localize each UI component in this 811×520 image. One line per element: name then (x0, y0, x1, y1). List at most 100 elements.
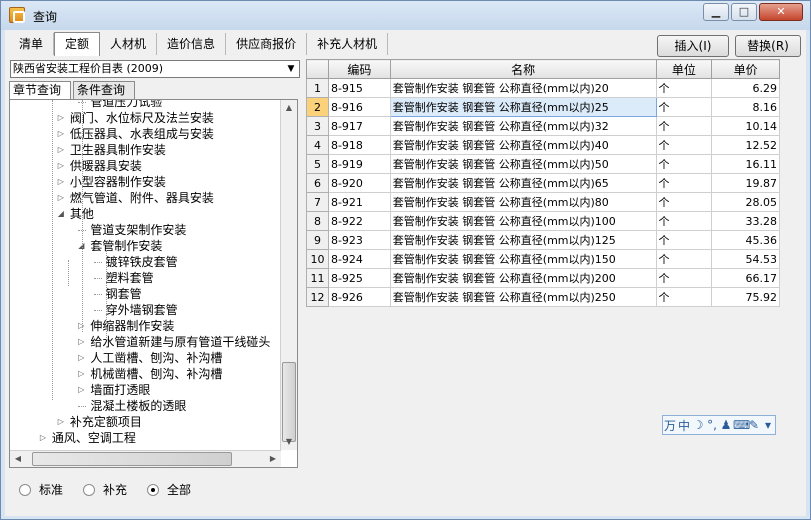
expand-arrow-icon[interactable]: ▷ (76, 334, 86, 350)
name-cell[interactable]: 套管制作安装 钢套管 公称直径(mm以内)25 (389, 97, 657, 117)
code-cell[interactable]: 8-918 (327, 135, 391, 155)
unit-cell[interactable]: 个 (655, 78, 713, 98)
radio-supplement-circle[interactable] (83, 483, 96, 496)
insert-button[interactable]: 插入(I) (657, 35, 729, 57)
scroll-up-icon[interactable]: ▲ (281, 100, 297, 116)
unit-cell[interactable]: 个 (655, 249, 713, 269)
expand-arrow-icon[interactable]: ▷ (56, 190, 66, 206)
tree-node[interactable]: 通风、空调工程 (52, 430, 136, 446)
expand-arrow-icon[interactable]: ▷ (76, 350, 86, 366)
radio-standard-circle[interactable] (19, 483, 31, 496)
table-row[interactable]: 11 8-925 套管制作安装 钢套管 公称直径(mm以内)200 个 66.17 (306, 268, 780, 288)
unit-header[interactable]: 单位 (655, 59, 713, 79)
maximize-button[interactable]: □ (731, 3, 757, 21)
unit-cell[interactable]: 个 (655, 173, 713, 193)
name-cell[interactable]: 套管制作安装 钢套管 公称直径(mm以内)50 (389, 154, 657, 174)
name-cell[interactable]: 套管制作安装 钢套管 公称直径(mm以内)32 (389, 116, 657, 136)
table-row[interactable]: 4 8-918 套管制作安装 钢套管 公称直径(mm以内)40 个 12.52 (306, 135, 780, 155)
collapse-arrow-icon[interactable]: ◢ (56, 206, 66, 222)
code-cell[interactable]: 8-915 (327, 78, 391, 98)
ime-icon[interactable]: ✎ (747, 418, 761, 432)
name-cell[interactable]: 套管制作安装 钢套管 公称直径(mm以内)200 (389, 268, 657, 288)
scroll-down-icon[interactable]: ▼ (281, 434, 297, 450)
price-cell[interactable]: 19.87 (711, 173, 780, 193)
ime-icon[interactable]: ▾ (761, 418, 775, 432)
ime-icon[interactable]: ⌨ (733, 418, 750, 432)
tab-chapter-query[interactable]: 章节查询 (9, 81, 71, 99)
code-cell[interactable]: 8-926 (327, 287, 391, 307)
unit-cell[interactable]: 个 (655, 211, 713, 231)
ime-icon[interactable]: ♟ (719, 418, 733, 432)
expand-arrow-icon[interactable]: ▷ (56, 414, 66, 430)
tree-node[interactable]: 阀门、水位标尺及法兰安装 (70, 110, 214, 126)
tree-node[interactable]: 管道支架制作安装 (90, 222, 186, 238)
name-cell[interactable]: 套管制作安装 钢套管 公称直径(mm以内)20 (389, 78, 657, 98)
radio-all-circle[interactable] (147, 483, 160, 496)
tree-node[interactable]: 燃气管道、附件、器具安装 (70, 190, 214, 206)
code-cell[interactable]: 8-922 (327, 211, 391, 231)
scrollbar-thumb[interactable] (282, 362, 296, 442)
tree-vertical-scrollbar[interactable]: ▲ ▼ (280, 100, 297, 450)
unit-cell[interactable]: 个 (655, 97, 713, 117)
tab-supplier-quote[interactable]: 供应商报价 (226, 33, 308, 55)
unit-cell[interactable]: 个 (655, 287, 713, 307)
code-cell[interactable]: 8-919 (327, 154, 391, 174)
tree-node[interactable]: 塑料套管 (106, 270, 154, 286)
tree-node[interactable]: 墙面打透眼 (90, 382, 150, 398)
code-cell[interactable]: 8-916 (327, 97, 391, 117)
tree-node[interactable]: 人工凿槽、刨沟、补沟槽 (90, 350, 222, 366)
expand-arrow-icon[interactable]: ▷ (56, 174, 66, 190)
name-header[interactable]: 名称 (389, 59, 657, 79)
tab-list[interactable]: 清单 (9, 33, 55, 55)
tree-node[interactable]: 镀锌铁皮套管 (106, 254, 178, 270)
name-cell[interactable]: 套管制作安装 钢套管 公称直径(mm以内)65 (389, 173, 657, 193)
name-cell[interactable]: 套管制作安装 钢套管 公称直径(mm以内)40 (389, 135, 657, 155)
price-cell[interactable]: 33.28 (711, 211, 780, 231)
expand-arrow-icon[interactable]: ▷ (76, 366, 86, 382)
price-cell[interactable]: 6.29 (711, 78, 780, 98)
code-cell[interactable]: 8-920 (327, 173, 391, 193)
name-cell[interactable]: 套管制作安装 钢套管 公称直径(mm以内)80 (389, 192, 657, 212)
table-row[interactable]: 12 8-926 套管制作安装 钢套管 公称直径(mm以内)250 个 75.92 (306, 287, 780, 307)
price-cell[interactable]: 16.11 (711, 154, 780, 174)
code-cell[interactable]: 8-925 (327, 268, 391, 288)
unit-cell[interactable]: 个 (655, 116, 713, 136)
name-cell[interactable]: 套管制作安装 钢套管 公称直径(mm以内)125 (389, 230, 657, 250)
radio-all[interactable]: 全部 (147, 481, 191, 498)
tree-node[interactable]: 小型容器制作安装 (70, 174, 166, 190)
minimize-button[interactable]: ▁ (703, 3, 729, 21)
hscrollbar-thumb[interactable] (32, 452, 232, 466)
tab-condition-query[interactable]: 条件查询 (73, 81, 135, 99)
price-cell[interactable]: 28.05 (711, 192, 780, 212)
radio-supplement[interactable]: 补充 (83, 481, 127, 498)
price-cell[interactable]: 10.14 (711, 116, 780, 136)
table-row[interactable]: 8 8-922 套管制作安装 钢套管 公称直径(mm以内)100 个 33.28 (306, 211, 780, 231)
expand-arrow-icon[interactable]: ▷ (56, 126, 66, 142)
ime-icon[interactable]: 中 (677, 417, 691, 434)
ime-icon[interactable]: ☽ (691, 418, 705, 432)
price-cell[interactable]: 66.17 (711, 268, 780, 288)
table-row[interactable]: 3 8-917 套管制作安装 钢套管 公称直径(mm以内)32 个 10.14 (306, 116, 780, 136)
tab-labor-material[interactable]: 人材机 (100, 33, 158, 55)
tree-node[interactable]: 钢套管 (106, 286, 142, 302)
table-row[interactable]: 6 8-920 套管制作安装 钢套管 公称直径(mm以内)65 个 19.87 (306, 173, 780, 193)
unit-cell[interactable]: 个 (655, 154, 713, 174)
code-cell[interactable]: 8-917 (327, 116, 391, 136)
chapter-tree[interactable]: ▲ ▼ ◀ ▶ 管道压力试验 阀门、水位标尺及法兰安装 ▷ 低压器具、水表组成与安装 ▷… (9, 99, 298, 468)
tree-node[interactable]: 穿外墙钢套管 (106, 302, 178, 318)
tab-quota[interactable]: 定额 (54, 32, 101, 56)
tree-horizontal-scrollbar[interactable]: ◀ ▶ (10, 450, 281, 467)
name-cell[interactable]: 套管制作安装 钢套管 公称直径(mm以内)250 (389, 287, 657, 307)
tree-node[interactable]: 补充定额项目 (70, 414, 142, 430)
tree-node[interactable]: 供暖器具安装 (70, 158, 142, 174)
ime-icon[interactable]: 万 (663, 417, 677, 434)
code-cell[interactable]: 8-921 (327, 192, 391, 212)
expand-arrow-icon[interactable]: ▷ (56, 110, 66, 126)
tree-node[interactable]: 套管制作安装 (90, 238, 162, 254)
price-cell[interactable]: 54.53 (711, 249, 780, 269)
table-row[interactable]: 9 8-923 套管制作安装 钢套管 公称直径(mm以内)125 个 45.36 (306, 230, 780, 250)
tab-price-info[interactable]: 造价信息 (157, 33, 227, 55)
tab-supplement-labor-material[interactable]: 补充人材机 (307, 33, 389, 55)
expand-arrow-icon[interactable]: ▷ (56, 158, 66, 174)
radio-standard[interactable]: 标准 (19, 481, 63, 498)
